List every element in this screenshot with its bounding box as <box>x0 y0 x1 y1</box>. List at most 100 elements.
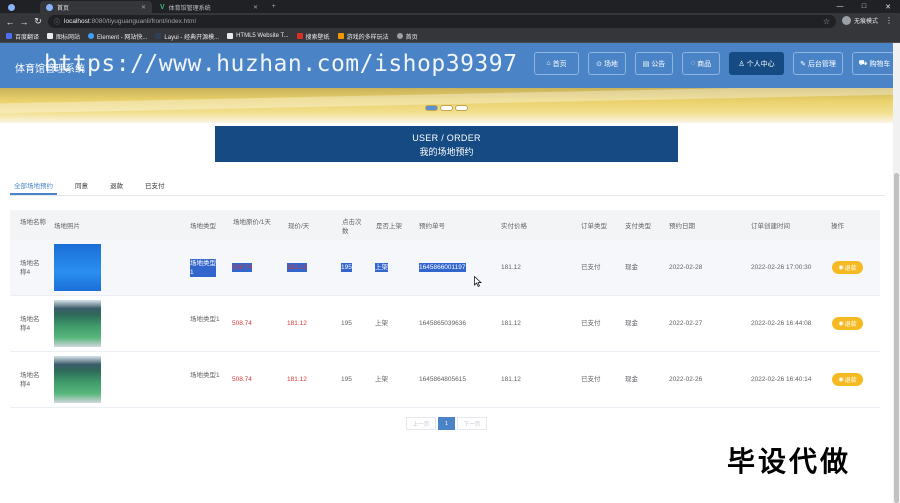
incognito-profile[interactable]: 无痕模式 ⋮ <box>842 16 893 25</box>
original-price: 508.74 <box>232 263 252 272</box>
tab-refund[interactable]: 退款 <box>106 182 127 195</box>
refund-button[interactable]: ◉ 退款 <box>832 317 863 330</box>
page-number-button[interactable]: 1 <box>438 417 455 430</box>
click-count: 195 <box>341 320 352 327</box>
tab-agreed[interactable]: 同意 <box>71 182 92 195</box>
column-header: 操作 <box>831 223 844 230</box>
paid-amount: 181.12 <box>501 264 521 271</box>
table-header: 场地名称 场地照片 场地类型 场地原价/1天 现价/天 点击次数 是否上架 预约… <box>10 210 880 240</box>
cart-icon: ⛟ <box>858 60 868 67</box>
bookmark-icon <box>296 33 303 39</box>
column-header: 是否上架 <box>376 223 402 230</box>
browser-tab-system[interactable]: V 体育馆管理系统 ✕ <box>154 1 264 13</box>
bookmark-item[interactable]: 百度翻译 <box>6 32 39 41</box>
current-price: 181.12 <box>287 320 307 327</box>
order-number: 1645864805615 <box>419 376 466 383</box>
info-icon[interactable]: ⓘ <box>54 17 60 26</box>
created-time: 2022-02-26 16:40:14 <box>751 376 812 383</box>
booking-date: 2022-02-27 <box>669 320 703 327</box>
user-icon: ♙ <box>738 60 745 68</box>
carousel-dot[interactable] <box>455 105 468 111</box>
order-type: 已支付 <box>581 264 601 271</box>
url-host: localhost <box>64 18 90 25</box>
page-scrollbar[interactable] <box>893 43 900 503</box>
venue-photo <box>54 244 101 291</box>
order-type: 已支付 <box>581 376 601 383</box>
bookmark-item[interactable]: 图标网站 <box>47 32 80 41</box>
admin-icon: ✎ <box>800 60 806 68</box>
nav-home-button[interactable]: ⌂ 首页 <box>534 52 579 75</box>
venue-icon: ⊙ <box>596 60 602 68</box>
booking-date: 2022-02-26 <box>669 376 703 383</box>
refund-icon: ◉ <box>838 377 844 383</box>
close-tab-icon[interactable]: ✕ <box>253 4 258 11</box>
profile-label: 无痕模式 <box>854 19 879 25</box>
browser-tab-strip: 首页 ✕ V 体育馆管理系统 ✕ + — □ ✕ <box>0 0 900 13</box>
bookmark-item[interactable]: Element - 网站快... <box>88 32 147 41</box>
bookmark-icon <box>155 33 162 39</box>
refund-button[interactable]: ◉ 退款 <box>832 373 863 386</box>
bookmark-item[interactable]: 搜索壁纸 <box>296 32 330 41</box>
column-header: 现价/天 <box>288 223 310 230</box>
nav-admin-button[interactable]: ✎ 后台管理 <box>793 52 843 75</box>
tab-all-bookings[interactable]: 全部场地预约 <box>10 182 57 195</box>
created-time: 2022-02-26 17:00:30 <box>751 264 812 271</box>
venue-type: 场地类型1 <box>190 372 220 379</box>
incognito-icon <box>842 16 851 25</box>
bookmark-item[interactable]: HTML5 Website T... <box>227 33 289 39</box>
nav-user-center-button[interactable]: ♙ 个人中心 <box>729 52 784 75</box>
maximize-button[interactable]: □ <box>852 0 876 13</box>
column-header: 订单类型 <box>581 223 607 230</box>
back-icon[interactable]: ← <box>3 17 17 27</box>
bookmark-item[interactable]: 首页 <box>396 32 418 41</box>
nav-venue-button[interactable]: ⊙ 场地 <box>588 52 626 75</box>
current-price: 181.12 <box>287 263 307 272</box>
overlay-caption: 毕设代做 <box>727 445 852 478</box>
column-header: 实付价格 <box>501 223 527 230</box>
order-tabs: 全部场地预约 同意 退款 已支付 <box>10 182 885 196</box>
reload-icon[interactable]: ↻ <box>31 16 45 27</box>
bookmark-icon <box>47 33 54 39</box>
bookmark-item[interactable]: Layui - 经典开源模... <box>155 32 219 41</box>
url-input[interactable]: ⓘ localhost:8080/tiyuguanguanli/front/in… <box>48 15 836 28</box>
next-page-button[interactable]: 下一页 <box>457 417 487 430</box>
bookmark-icon <box>227 33 234 39</box>
venue-photo <box>54 300 101 347</box>
listed-status: 上架 <box>375 376 388 383</box>
new-tab-button[interactable]: + <box>266 1 280 13</box>
column-header: 场地类型 <box>190 223 216 230</box>
column-header: 支付类型 <box>625 223 651 230</box>
prev-page-button[interactable]: 上一页 <box>406 417 436 430</box>
carousel-dot[interactable] <box>425 105 438 111</box>
bookmark-star-icon[interactable]: ☆ <box>823 17 830 26</box>
nav-shop-button[interactable]: ◌ 商品 <box>682 52 720 75</box>
refund-button[interactable]: ◉ 退款 <box>832 261 863 274</box>
venue-photo <box>54 356 101 403</box>
refund-icon: ◉ <box>838 321 844 327</box>
close-window-button[interactable]: ✕ <box>876 0 900 13</box>
tab-paid[interactable]: 已支付 <box>141 182 169 195</box>
venue-name: 场地名称4 <box>20 260 40 276</box>
address-bar-row: ← → ↻ ⓘ localhost:8080/tiyuguanguanli/fr… <box>0 13 900 30</box>
news-icon: ▤ <box>642 60 650 68</box>
forward-icon[interactable]: → <box>17 17 31 27</box>
column-header: 场地原价/1天 <box>233 219 271 226</box>
booking-table: 场地名称 场地照片 场地类型 场地原价/1天 现价/天 点击次数 是否上架 预约… <box>10 210 880 408</box>
nav-news-button[interactable]: ▤ 公告 <box>635 52 673 75</box>
browser-tab-home[interactable]: 首页 ✕ <box>40 1 152 13</box>
bookmark-item[interactable]: 游戏的多样玩法 <box>337 32 389 41</box>
carousel-dot[interactable] <box>440 105 453 111</box>
scrollbar-thumb[interactable] <box>894 173 899 503</box>
venue-name: 场地名称4 <box>20 316 40 332</box>
click-count: 195 <box>341 376 352 383</box>
browser-tab-title: 首页 <box>57 5 70 12</box>
minimize-button[interactable]: — <box>828 0 852 13</box>
menu-icon[interactable]: ⋮ <box>885 16 893 25</box>
bookmark-icon <box>337 33 344 39</box>
close-tab-icon[interactable]: ✕ <box>141 4 146 11</box>
nav-cart-button[interactable]: ⛟ 购物车 <box>852 52 897 75</box>
shop-icon: ◌ <box>690 60 696 67</box>
browser-tab-title: 体育馆管理系统 <box>168 5 211 12</box>
paid-amount: 181.12 <box>501 376 521 383</box>
browser-tab-icon-1[interactable] <box>2 1 24 13</box>
